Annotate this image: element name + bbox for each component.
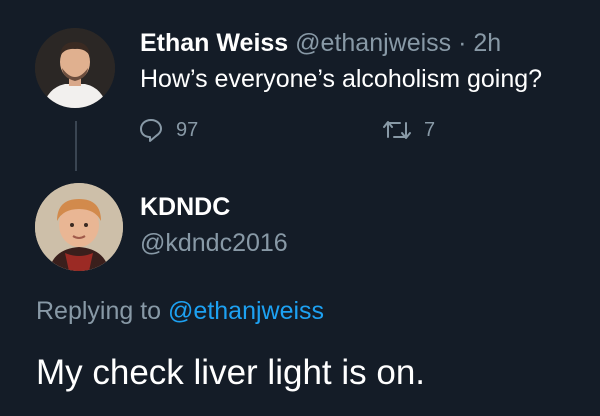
retweet-button[interactable]: 7 <box>382 117 435 143</box>
reply-author-handle[interactable]: @kdndc2016 <box>140 228 288 258</box>
reply-text: My check liver light is on. <box>36 353 426 392</box>
avatar-photo-icon <box>35 183 123 271</box>
retweet-icon <box>383 121 411 139</box>
avatar-ethan-weiss[interactable] <box>35 28 115 108</box>
replying-to-line: Replying to @ethanjweiss <box>36 295 324 327</box>
tweet-header: Ethan Weiss @ethanjweiss · 2h <box>140 28 501 58</box>
tweet-text: How’s everyone’s alcoholism going? <box>140 65 543 93</box>
reply-count: 97 <box>176 118 199 141</box>
retweet-count: 7 <box>424 118 436 141</box>
reply-icon <box>140 119 162 142</box>
author-handle[interactable]: @ethanjweiss <box>295 29 451 57</box>
replying-to-mention[interactable]: @ethanjweiss <box>168 297 324 325</box>
reply-button[interactable]: 97 <box>138 117 198 143</box>
thread-connector-line <box>75 121 77 171</box>
replying-to-label: Replying to <box>36 297 162 325</box>
header-separator: · <box>458 29 467 57</box>
avatar-kdndc[interactable] <box>35 183 123 271</box>
reply-author-name[interactable]: KDNDC <box>140 192 230 222</box>
author-name[interactable]: Ethan Weiss <box>140 29 288 57</box>
tweet-time[interactable]: 2h <box>473 29 501 57</box>
avatar-photo-icon <box>35 28 115 108</box>
